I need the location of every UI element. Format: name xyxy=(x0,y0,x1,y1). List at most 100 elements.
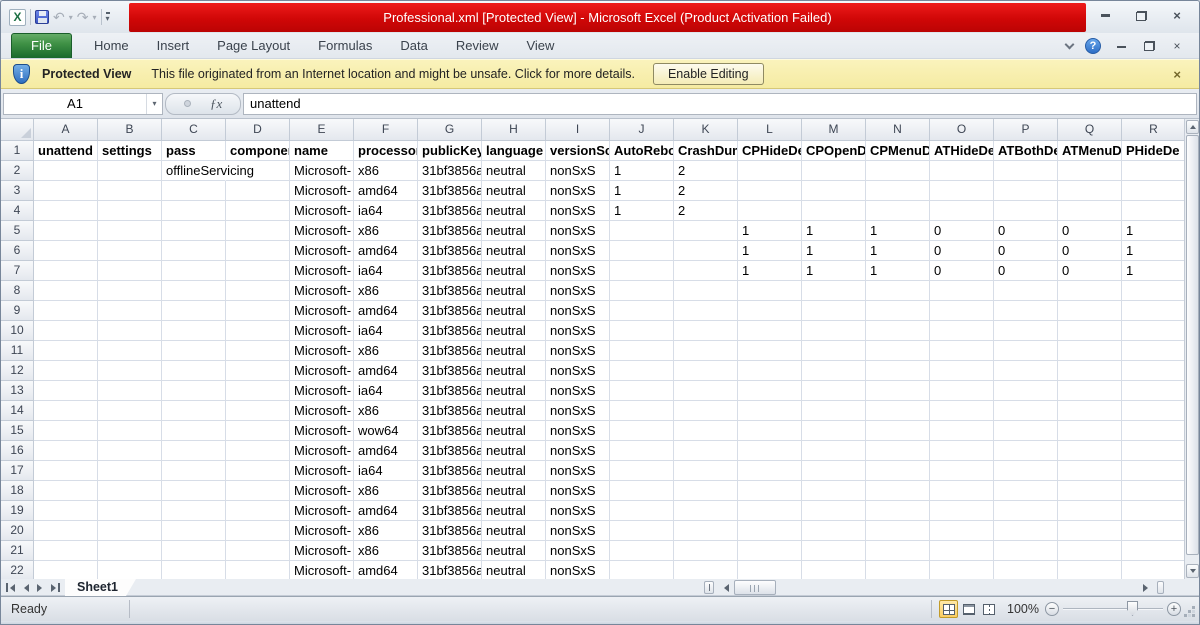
cell-R9[interactable] xyxy=(1122,301,1186,321)
column-header-E[interactable]: E xyxy=(290,119,354,141)
cell-O19[interactable] xyxy=(930,501,994,521)
cell-O2[interactable] xyxy=(930,161,994,181)
cell-K20[interactable] xyxy=(674,521,738,541)
cell-G4[interactable]: 31bf3856a xyxy=(418,201,482,221)
cell-G16[interactable]: 31bf3856a xyxy=(418,441,482,461)
cell-E4[interactable]: Microsoft- xyxy=(290,201,354,221)
cell-N2[interactable] xyxy=(866,161,930,181)
cell-N4[interactable] xyxy=(866,201,930,221)
restore-button[interactable] xyxy=(1131,8,1151,23)
zoom-in-button[interactable]: + xyxy=(1167,602,1181,616)
cell-R14[interactable] xyxy=(1122,401,1186,421)
cell-H1[interactable]: language xyxy=(482,141,546,161)
cell-K21[interactable] xyxy=(674,541,738,561)
cell-L10[interactable] xyxy=(738,321,802,341)
cell-D22[interactable] xyxy=(226,561,290,579)
cell-N3[interactable] xyxy=(866,181,930,201)
tab-view[interactable]: View xyxy=(512,34,568,58)
cell-J13[interactable] xyxy=(610,381,674,401)
zoom-level-label[interactable]: 100% xyxy=(1003,602,1043,616)
cell-M19[interactable] xyxy=(802,501,866,521)
cell-A2[interactable] xyxy=(34,161,98,181)
cell-E13[interactable]: Microsoft- xyxy=(290,381,354,401)
cell-K5[interactable] xyxy=(674,221,738,241)
cell-Q13[interactable] xyxy=(1058,381,1122,401)
cell-G11[interactable]: 31bf3856a xyxy=(418,341,482,361)
cell-H14[interactable]: neutral xyxy=(482,401,546,421)
cell-P9[interactable] xyxy=(994,301,1058,321)
cell-E20[interactable]: Microsoft- xyxy=(290,521,354,541)
cell-N12[interactable] xyxy=(866,361,930,381)
cell-J15[interactable] xyxy=(610,421,674,441)
cell-H12[interactable]: neutral xyxy=(482,361,546,381)
cell-Q11[interactable] xyxy=(1058,341,1122,361)
cell-R18[interactable] xyxy=(1122,481,1186,501)
cell-D3[interactable] xyxy=(226,181,290,201)
cell-I14[interactable]: nonSxS xyxy=(546,401,610,421)
last-sheet-button[interactable] xyxy=(48,580,63,595)
cell-G14[interactable]: 31bf3856a xyxy=(418,401,482,421)
cell-J18[interactable] xyxy=(610,481,674,501)
zoom-slider-thumb[interactable] xyxy=(1127,601,1138,616)
cell-K22[interactable] xyxy=(674,561,738,579)
cell-M5[interactable]: 1 xyxy=(802,221,866,241)
tab-home[interactable]: Home xyxy=(80,34,143,58)
cell-R19[interactable] xyxy=(1122,501,1186,521)
cell-Q18[interactable] xyxy=(1058,481,1122,501)
cell-E21[interactable]: Microsoft- xyxy=(290,541,354,561)
row-header-8[interactable]: 8 xyxy=(1,281,34,301)
column-header-D[interactable]: D xyxy=(226,119,290,141)
cell-H22[interactable]: neutral xyxy=(482,561,546,579)
cell-K19[interactable] xyxy=(674,501,738,521)
cell-D19[interactable] xyxy=(226,501,290,521)
cell-I16[interactable]: nonSxS xyxy=(546,441,610,461)
cell-M10[interactable] xyxy=(802,321,866,341)
horizontal-scroll-thumb[interactable] xyxy=(734,580,776,595)
cell-H10[interactable]: neutral xyxy=(482,321,546,341)
cell-B11[interactable] xyxy=(98,341,162,361)
cell-M16[interactable] xyxy=(802,441,866,461)
cell-D13[interactable] xyxy=(226,381,290,401)
cell-B18[interactable] xyxy=(98,481,162,501)
cell-J1[interactable]: AutoRebo xyxy=(610,141,674,161)
cell-B6[interactable] xyxy=(98,241,162,261)
cell-G19[interactable]: 31bf3856a xyxy=(418,501,482,521)
row-header-7[interactable]: 7 xyxy=(1,261,34,281)
cell-J12[interactable] xyxy=(610,361,674,381)
cell-H17[interactable]: neutral xyxy=(482,461,546,481)
cell-F8[interactable]: x86 xyxy=(354,281,418,301)
cell-N15[interactable] xyxy=(866,421,930,441)
cell-J7[interactable] xyxy=(610,261,674,281)
cell-K11[interactable] xyxy=(674,341,738,361)
cell-A18[interactable] xyxy=(34,481,98,501)
cell-G7[interactable]: 31bf3856a xyxy=(418,261,482,281)
cell-C1[interactable]: pass xyxy=(162,141,226,161)
cell-F5[interactable]: x86 xyxy=(354,221,418,241)
column-header-M[interactable]: M xyxy=(802,119,866,141)
cell-B21[interactable] xyxy=(98,541,162,561)
cell-P22[interactable] xyxy=(994,561,1058,579)
cell-C12[interactable] xyxy=(162,361,226,381)
cell-O9[interactable] xyxy=(930,301,994,321)
cell-J2[interactable]: 1 xyxy=(610,161,674,181)
column-header-Q[interactable]: Q xyxy=(1058,119,1122,141)
cell-I6[interactable]: nonSxS xyxy=(546,241,610,261)
cell-R13[interactable] xyxy=(1122,381,1186,401)
cell-R11[interactable] xyxy=(1122,341,1186,361)
cell-A5[interactable] xyxy=(34,221,98,241)
cell-O10[interactable] xyxy=(930,321,994,341)
cell-J3[interactable]: 1 xyxy=(610,181,674,201)
cell-K12[interactable] xyxy=(674,361,738,381)
cell-F18[interactable]: x86 xyxy=(354,481,418,501)
workbook-restore-button[interactable] xyxy=(1141,39,1157,53)
cell-G9[interactable]: 31bf3856a xyxy=(418,301,482,321)
cell-O6[interactable]: 0 xyxy=(930,241,994,261)
cell-L8[interactable] xyxy=(738,281,802,301)
cell-O14[interactable] xyxy=(930,401,994,421)
cell-C20[interactable] xyxy=(162,521,226,541)
cell-B22[interactable] xyxy=(98,561,162,579)
row-header-21[interactable]: 21 xyxy=(1,541,34,561)
cell-C8[interactable] xyxy=(162,281,226,301)
cell-D8[interactable] xyxy=(226,281,290,301)
cell-G22[interactable]: 31bf3856a xyxy=(418,561,482,579)
